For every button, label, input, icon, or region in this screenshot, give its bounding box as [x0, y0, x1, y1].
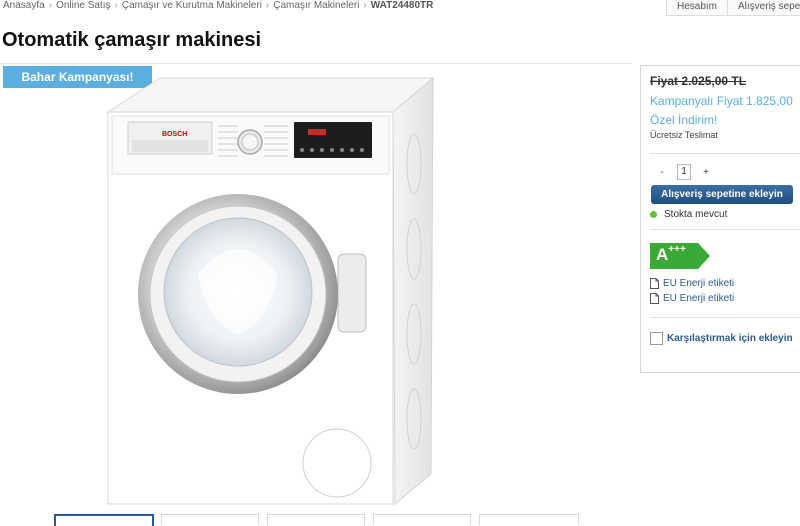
stock-status: Stokta mevcut	[650, 209, 727, 220]
svg-text:BOSCH: BOSCH	[162, 131, 187, 138]
compare-option: Karşılaştırmak için ekleyin	[650, 332, 793, 345]
purchase-panel: Fiyat 2.025,00 TL Kampanyalı Fiyat 1.825…	[640, 65, 800, 373]
stock-dot-icon	[650, 211, 657, 218]
account-link[interactable]: Hesabım	[666, 0, 729, 16]
quantity-minus-button[interactable]: -	[656, 167, 668, 178]
campaign-price: Kampanyalı Fiyat 1.825,00	[650, 94, 793, 108]
document-icon	[650, 278, 659, 289]
divider	[650, 317, 800, 318]
energy-label-link-1[interactable]: EU Enerji etiketi	[650, 278, 734, 289]
chevron-right-icon: ›	[48, 0, 53, 11]
cart-link[interactable]: Alışveriş sepeti	[728, 0, 800, 16]
thumbnail-1[interactable]	[54, 514, 154, 526]
energy-label-link-2[interactable]: EU Enerji etiketi	[650, 293, 734, 304]
quantity-input[interactable]: 1	[677, 164, 691, 180]
top-links: Hesabım Alışveriş sepeti	[666, 0, 800, 16]
compare-label[interactable]: Karşılaştırmak için ekleyin	[667, 333, 793, 344]
stock-text: Stokta mevcut	[664, 209, 728, 220]
quantity-stepper: - 1 +	[656, 164, 712, 180]
chevron-right-icon: ›	[265, 0, 270, 11]
energy-class-plus: +++	[668, 244, 686, 255]
free-delivery: Ücretsiz Teslimat	[650, 130, 718, 140]
energy-label-badge[interactable]: A+++	[650, 243, 710, 274]
breadcrumb-online-sales[interactable]: Online Satış	[56, 0, 110, 11]
breadcrumb-home[interactable]: Anasayfa	[3, 0, 45, 11]
document-icon	[650, 293, 659, 304]
energy-class: A	[656, 245, 669, 264]
product-image: BOSCH	[106, 76, 435, 506]
breadcrumb: Anasayfa › Online Satış › Çamaşır ve Kurutma…	[3, 0, 433, 11]
title-divider	[0, 63, 632, 64]
energy-label-link-text: EU Enerji etiketi	[663, 293, 735, 304]
special-discount: Özel İndirim!	[650, 113, 718, 127]
chevron-right-icon: ›	[114, 0, 118, 11]
add-to-cart-button[interactable]: Alışveriş sepetine ekleyin	[651, 185, 793, 204]
chevron-right-icon: ›	[363, 0, 367, 11]
energy-label-link-text: EU Enerji etiketi	[663, 278, 735, 289]
old-price: Fiyat 2.025,00 TL	[650, 74, 747, 88]
divider	[650, 153, 800, 154]
divider	[650, 229, 800, 230]
breadcrumb-current: WAT24480TR	[370, 0, 434, 11]
page-title: Otomatik çamaşır makinesi	[2, 29, 262, 51]
quantity-plus-button[interactable]: +	[700, 167, 712, 178]
breadcrumb-washers-dryers[interactable]: Çamaşır ve Kurutma Makineleri	[122, 0, 262, 11]
breadcrumb-washing-machines[interactable]: Çamaşır Makineleri	[273, 0, 359, 11]
compare-checkbox[interactable]	[650, 332, 663, 345]
